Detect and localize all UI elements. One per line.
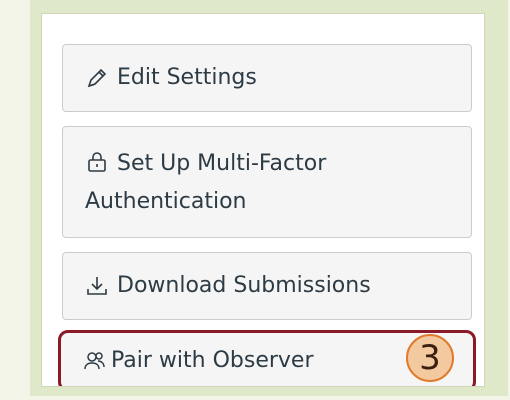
download-submissions-button[interactable]: Download Submissions [62, 252, 472, 320]
observer-icon [83, 349, 107, 373]
sidebar-actions-panel: Edit Settings Set Up Multi-Factor Authen… [42, 14, 484, 386]
set-up-mfa-text: Set Up Multi-Factor Authentication [85, 145, 326, 221]
mfa-label-line2: Authentication [85, 189, 247, 214]
edit-settings-button[interactable]: Edit Settings [62, 44, 472, 112]
screenshot-frame: Edit Settings Set Up Multi-Factor Authen… [30, 0, 508, 396]
pair-with-observer-label: Pair with Observer [111, 348, 314, 373]
set-up-mfa-button[interactable]: Set Up Multi-Factor Authentication [62, 126, 472, 238]
pencil-icon [85, 66, 109, 90]
download-submissions-label: Download Submissions [117, 273, 371, 298]
edit-settings-label: Edit Settings [117, 65, 257, 90]
download-icon [85, 274, 109, 298]
lock-icon [85, 150, 109, 174]
callout-number-badge: 3 [406, 334, 454, 382]
mfa-label-line1: Set Up Multi-Factor [117, 151, 327, 176]
